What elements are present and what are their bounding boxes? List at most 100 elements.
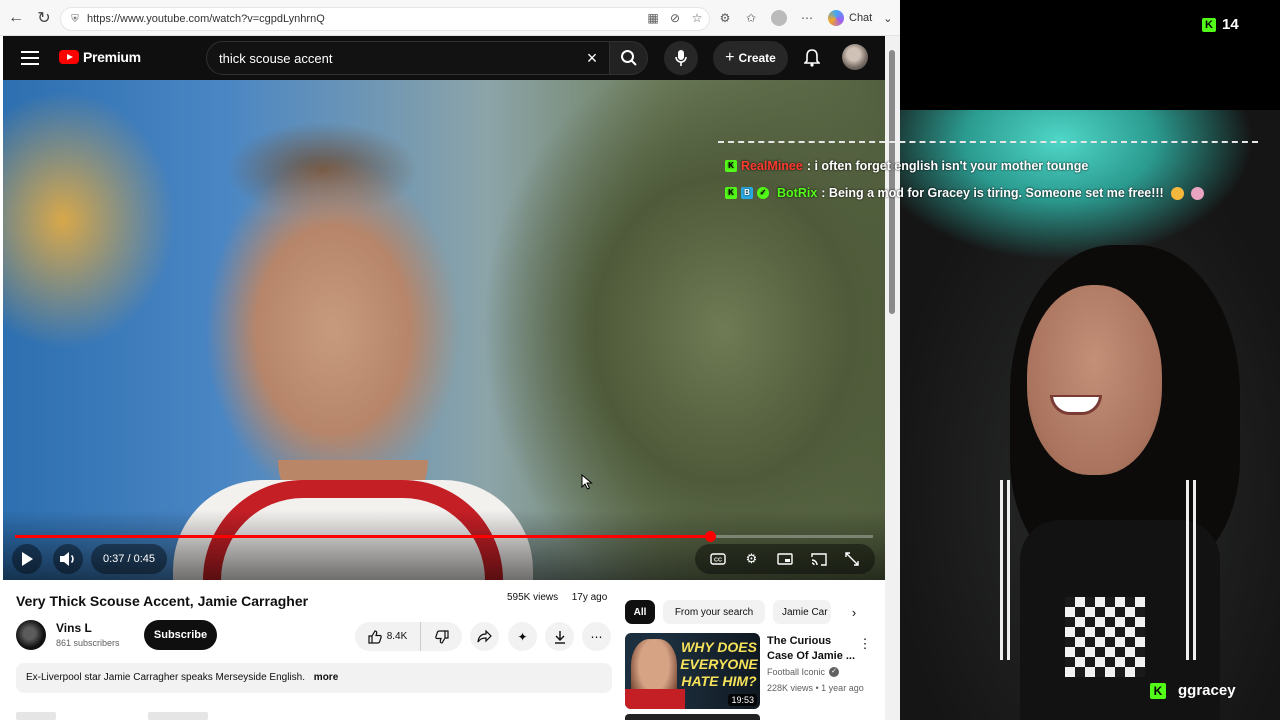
more-actions-button[interactable]: ⋯ bbox=[582, 622, 611, 651]
app-available-icon[interactable]: ▦ bbox=[644, 9, 662, 27]
search-button[interactable] bbox=[610, 41, 648, 75]
dislike-button[interactable] bbox=[421, 622, 462, 651]
chat-message: K RealMinee : i often forget english isn… bbox=[725, 159, 1088, 173]
progress-played bbox=[15, 535, 710, 538]
notifications-button[interactable] bbox=[799, 45, 825, 71]
search-query: thick scouse accent bbox=[219, 51, 333, 66]
search-icon bbox=[620, 50, 637, 66]
video-meta: 595K views 17y ago bbox=[507, 592, 607, 603]
sparkle-icon: ✦ bbox=[517, 629, 528, 644]
player-right-controls: CC ⚙ bbox=[695, 544, 875, 574]
account-avatar[interactable] bbox=[842, 44, 868, 70]
scrollbar-thumb[interactable] bbox=[889, 50, 895, 314]
like-count: 8.4K bbox=[386, 631, 408, 642]
related-video-meta: 228K views • 1 year ago bbox=[767, 683, 864, 693]
url-text: https://www.youtube.com/watch?v=cgpdLynh… bbox=[87, 13, 325, 25]
chip-all[interactable]: All bbox=[625, 600, 655, 624]
view-count: 595K views bbox=[507, 592, 559, 603]
share-button[interactable] bbox=[470, 622, 499, 651]
channel-name[interactable]: Vins L bbox=[56, 621, 92, 635]
thumbnail-text: WHY DOES EVERYONE HATE HIM? bbox=[680, 639, 758, 689]
streamer-name-tag: K ggracey bbox=[1150, 682, 1236, 699]
time-display: 0:37 / 0:45 bbox=[91, 544, 167, 574]
tracking-prevention-icon[interactable]: ⊘ bbox=[666, 9, 684, 27]
scrubber-handle[interactable] bbox=[704, 531, 716, 542]
reload-icon[interactable]: ↻ bbox=[30, 4, 58, 32]
video-title: Very Thick Scouse Accent, Jamie Carraghe… bbox=[16, 593, 309, 609]
verified-check-icon: ✓ bbox=[829, 667, 840, 677]
svg-text:CC: CC bbox=[714, 558, 722, 564]
address-bar[interactable]: ⛨ https://www.youtube.com/watch?v=cgpdLy… bbox=[60, 7, 710, 31]
miniplayer-icon[interactable] bbox=[776, 550, 794, 568]
page-scrollbar[interactable] bbox=[885, 36, 900, 720]
play-button[interactable] bbox=[12, 544, 42, 574]
video-duration-badge: 19:53 bbox=[728, 694, 757, 706]
profile-icon[interactable] bbox=[770, 9, 788, 27]
more-horizontal-icon: ⋯ bbox=[590, 629, 603, 644]
extensions-icon[interactable]: ⚙ bbox=[716, 9, 734, 27]
video-player[interactable]: 0:37 / 0:45 CC ⚙ bbox=[3, 80, 885, 580]
subscribe-button[interactable]: Subscribe bbox=[144, 620, 217, 650]
cast-icon[interactable] bbox=[810, 550, 828, 568]
volume-button[interactable] bbox=[53, 544, 83, 574]
clear-search-icon[interactable]: × bbox=[583, 49, 601, 67]
next-related-thumbnail[interactable] bbox=[625, 714, 760, 720]
chat-label: Chat bbox=[849, 12, 873, 24]
kick-logo-icon: K bbox=[1150, 682, 1166, 699]
browser-toolbar: ← ↻ ⛨ https://www.youtube.com/watch?v=cg… bbox=[0, 0, 900, 36]
chevron-down-icon: ⌄ bbox=[883, 12, 893, 25]
chat-overlay-layer: K RealMinee : i often forget english isn… bbox=[718, 0, 1280, 720]
kick-badge-icon: K bbox=[725, 160, 737, 172]
fullscreen-icon[interactable] bbox=[843, 550, 861, 568]
chevron-right-icon[interactable]: › bbox=[845, 603, 863, 621]
description-text: Ex-Liverpool star Jamie Carragher speaks… bbox=[26, 672, 306, 683]
favorites-icon[interactable]: ✩ bbox=[742, 9, 760, 27]
more-vertical-icon[interactable]: ⋮ bbox=[858, 636, 872, 652]
like-button[interactable]: 8.4K bbox=[355, 622, 421, 651]
youtube-logo[interactable]: Premium bbox=[59, 49, 141, 65]
chat-divider bbox=[718, 141, 1258, 143]
related-channel-name: Football Iconic bbox=[767, 667, 826, 677]
ask-ai-button[interactable]: ✦ bbox=[508, 622, 537, 651]
sort-by-cutoff bbox=[148, 712, 208, 720]
copilot-chat-button[interactable]: Chat ⌄ bbox=[828, 10, 892, 26]
chip-jamie-carragher[interactable]: Jamie Car bbox=[773, 600, 831, 624]
related-video-title[interactable]: The Curious Case Of Jamie ... bbox=[767, 634, 857, 664]
progress-bar[interactable] bbox=[15, 531, 873, 542]
site-info-icon[interactable]: ⛨ bbox=[69, 13, 81, 25]
create-label: Create bbox=[738, 51, 776, 65]
youtube-header: Premium thick scouse accent × + Create bbox=[3, 36, 885, 80]
emoji-icon bbox=[1170, 186, 1184, 200]
related-video-thumbnail[interactable]: WHY DOES EVERYONE HATE HIM? 19:53 bbox=[625, 633, 760, 709]
thumbs-up-icon bbox=[368, 629, 382, 644]
menu-icon[interactable] bbox=[21, 49, 39, 67]
microphone-icon bbox=[675, 50, 687, 66]
settings-gear-icon[interactable]: ⚙ bbox=[742, 550, 760, 568]
favorite-star-icon[interactable]: ☆ bbox=[688, 9, 706, 27]
mouse-cursor-icon bbox=[581, 474, 593, 490]
streamer-name: ggracey bbox=[1178, 682, 1236, 699]
kick-badge-icon: K bbox=[725, 187, 737, 199]
download-button[interactable] bbox=[545, 622, 574, 651]
description-box[interactable]: Ex-Liverpool star Jamie Carragher speaks… bbox=[16, 663, 612, 693]
captions-icon[interactable]: CC bbox=[709, 550, 727, 568]
play-icon bbox=[22, 552, 33, 566]
back-icon[interactable]: ← bbox=[2, 4, 30, 32]
comments-count-cutoff bbox=[16, 712, 56, 720]
channel-avatar[interactable] bbox=[16, 620, 46, 650]
voice-search-button[interactable] bbox=[664, 41, 698, 75]
subscriber-count: 861 subscribers bbox=[56, 638, 120, 648]
youtube-play-icon bbox=[59, 50, 79, 64]
chip-from-your-search[interactable]: From your search bbox=[663, 600, 765, 624]
search-input[interactable]: thick scouse accent × bbox=[206, 41, 610, 75]
create-button[interactable]: + Create bbox=[713, 41, 788, 75]
bell-icon bbox=[804, 49, 820, 67]
more-menu-icon[interactable]: ⋯ bbox=[798, 9, 816, 27]
related-channel[interactable]: Football Iconic ✓ bbox=[767, 667, 840, 677]
browser-window: ← ↻ ⛨ https://www.youtube.com/watch?v=cg… bbox=[0, 0, 900, 720]
moderator-badge-icon: ✓ bbox=[757, 187, 769, 199]
share-icon bbox=[477, 630, 492, 643]
chat-message: K B ✓ BotRix : Being a mod for Gracey is… bbox=[725, 186, 1204, 200]
chat-username: BotRix bbox=[777, 186, 818, 200]
description-more-link[interactable]: more bbox=[314, 672, 338, 683]
